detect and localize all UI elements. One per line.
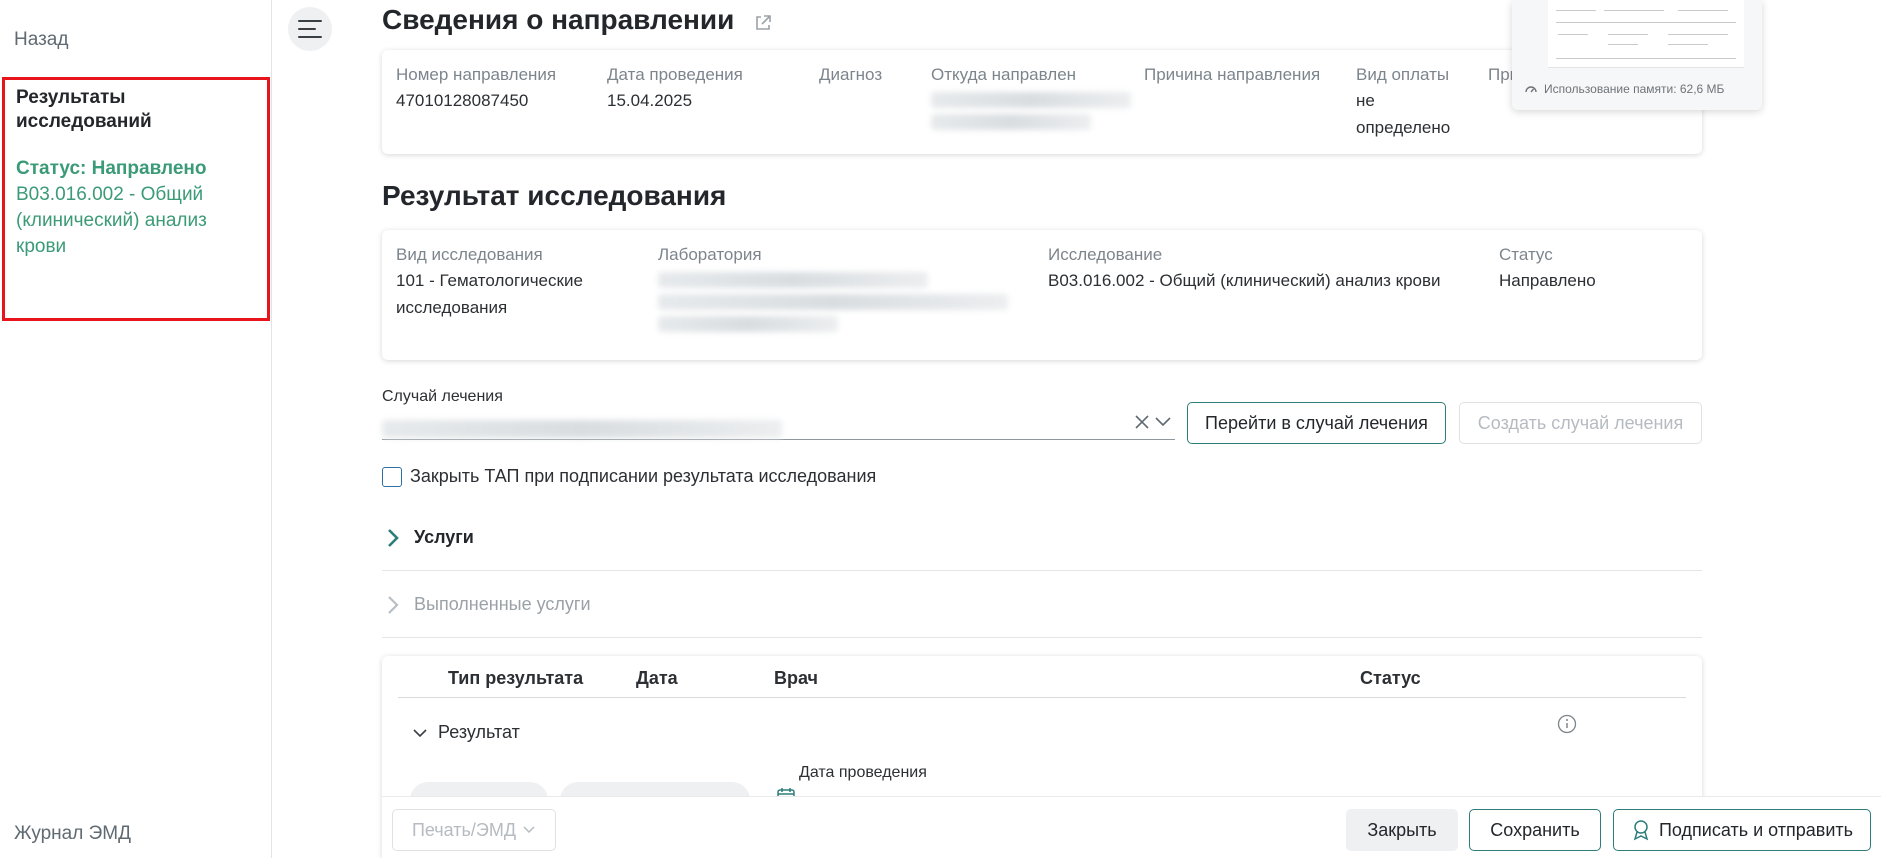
laboratory-field: Лаборатория — [658, 244, 1008, 338]
sidebar: Назад Результаты исследований Статус: На… — [0, 0, 272, 858]
redacted-text — [931, 92, 1131, 108]
treatment-case-label: Случай лечения — [382, 388, 503, 405]
research-value: B03.016.002 - Общий (клинический) анализ… — [1048, 271, 1441, 290]
research-type-value: 101 - Гематологические исследования — [396, 271, 583, 317]
page-thumbnail — [1548, 0, 1744, 68]
research-type-field: Вид исследования 101 - Гематологические … — [396, 244, 616, 321]
info-icon[interactable] — [1557, 714, 1577, 734]
treatment-case-select[interactable] — [382, 408, 1175, 440]
result-status-value: Направлено — [1499, 271, 1596, 290]
referral-number-value: 47010128087450 — [396, 91, 529, 110]
services-section[interactable]: Услуги — [382, 505, 1702, 571]
payment-type-field: Вид оплаты не определено — [1356, 64, 1466, 141]
back-link[interactable]: Назад — [14, 29, 68, 51]
gauge-icon — [1525, 86, 1537, 93]
result-row-label: Результат — [438, 722, 520, 742]
redacted-text — [382, 420, 782, 438]
research-results-title: Результаты исследований — [16, 87, 152, 132]
referral-from-field: Откуда направлен — [931, 64, 1131, 136]
referral-title: Сведения о направлении — [382, 4, 735, 35]
clear-icon[interactable] — [1133, 413, 1151, 431]
research-status[interactable]: Статус: Направлено — [16, 156, 256, 182]
referral-reason-field: Причина направления — [1144, 65, 1321, 84]
emd-journal-link[interactable]: Журнал ЭМД — [14, 823, 131, 845]
col-doctor[interactable]: Врач — [774, 668, 818, 689]
result-status-field: Статус Направлено — [1499, 244, 1596, 294]
referral-date-field: Дата проведения 15.04.2025 — [607, 64, 743, 114]
goto-treatment-case-button[interactable]: Перейти в случай лечения — [1187, 402, 1446, 444]
chevron-right-icon — [388, 595, 399, 614]
col-result-type[interactable]: Тип результата — [448, 668, 583, 689]
services-section-title: Услуги — [414, 527, 474, 547]
memory-usage-popup: Использование памяти: 62,6 МБ — [1512, 0, 1762, 110]
done-services-section-title: Выполненные услуги — [414, 594, 591, 614]
result-title: Результат исследования — [382, 180, 727, 211]
close-button[interactable]: Закрыть — [1346, 809, 1458, 851]
sign-and-send-button[interactable]: Подписать и отправить — [1613, 809, 1871, 851]
print-emd-button[interactable]: Печать/ЭМД — [392, 809, 556, 851]
col-date[interactable]: Дата — [636, 668, 678, 689]
done-services-section[interactable]: Выполненные услуги — [382, 572, 1702, 638]
execution-date-label: Дата проведения — [799, 764, 927, 781]
chevron-down-icon[interactable] — [1154, 414, 1172, 430]
certificate-icon — [1633, 820, 1649, 841]
diagnosis-field: Диагноз — [819, 65, 883, 84]
save-button[interactable]: Сохранить — [1469, 809, 1601, 851]
chevron-right-icon — [388, 528, 399, 547]
close-tap-label: Закрыть ТАП при подписании результата ис… — [410, 466, 877, 486]
result-card: Вид исследования 101 - Гематологические … — [382, 230, 1702, 360]
research-results-panel: Результаты исследований Статус: Направле… — [2, 77, 270, 321]
memory-usage-text: Использование памяти: 62,6 МБ — [1544, 82, 1725, 96]
results-table-header: Тип результата Дата Врач Статус — [398, 656, 1686, 698]
create-treatment-case-button[interactable]: Создать случай лечения — [1459, 402, 1702, 444]
bottom-action-bar: Печать/ЭМД Закрыть Сохранить Подписать и… — [382, 796, 1881, 858]
referral-number-field: Номер направления 47010128087450 — [396, 64, 556, 114]
menu-icon — [298, 20, 322, 22]
external-link-icon[interactable] — [753, 13, 773, 33]
result-row[interactable]: Результат — [412, 722, 520, 743]
close-tap-checkbox[interactable] — [382, 466, 402, 487]
col-status[interactable]: Статус — [1360, 668, 1421, 689]
chevron-down-icon — [523, 826, 535, 834]
referral-date-value: 15.04.2025 — [607, 91, 693, 110]
payment-type-value: не определено — [1356, 91, 1451, 137]
referral-card: Номер направления 47010128087450 Дата пр… — [382, 50, 1702, 154]
chevron-down-icon[interactable] — [412, 725, 428, 741]
close-tap-row: Закрыть ТАП при подписании результата ис… — [382, 466, 876, 487]
research-item-name[interactable]: B03.016.002 - Общий (клинический) анализ… — [16, 182, 256, 260]
menu-toggle-button[interactable] — [288, 7, 332, 51]
redacted-text — [658, 272, 928, 288]
research-field: Исследование B03.016.002 - Общий (клинич… — [1048, 244, 1441, 294]
